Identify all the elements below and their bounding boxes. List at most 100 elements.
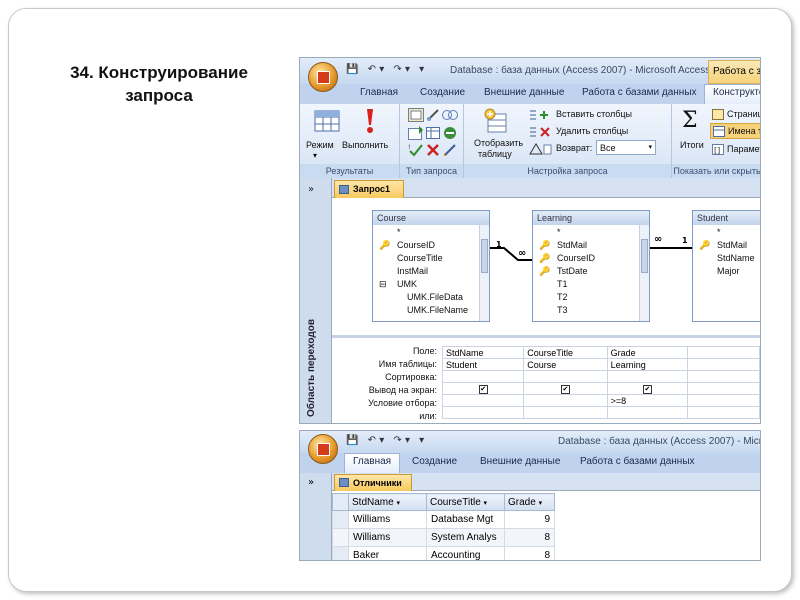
chevron-down-icon[interactable]: ▾	[396, 500, 400, 507]
union-query-icon[interactable]	[442, 109, 458, 121]
tab-query1[interactable]: Запрос1	[334, 180, 404, 198]
cell-stdname[interactable]: Baker	[348, 546, 427, 560]
append-query-icon[interactable]	[408, 126, 424, 140]
grid-cell-show[interactable]: ✔	[441, 382, 525, 395]
tab-database-tools[interactable]: Работа с базами данных	[582, 87, 697, 98]
row-selector[interactable]	[332, 510, 349, 529]
scrollbar-thumb[interactable]	[641, 239, 648, 273]
context-tab-query-tools[interactable]: Работа с запросами	[708, 60, 760, 84]
datasheet-view-icon[interactable]	[314, 110, 340, 132]
parameters-label[interactable]: Параметры	[727, 144, 760, 154]
delete-query-icon[interactable]	[426, 143, 440, 157]
grid-cell-criteria[interactable]	[441, 394, 525, 407]
column-header-grade[interactable]: Grade ▾	[504, 493, 555, 511]
grid-cell-or[interactable]	[687, 406, 760, 419]
grid-cell-or[interactable]	[523, 406, 608, 419]
field-item[interactable]: 🔑 StdMail	[539, 239, 649, 252]
make-table-query-icon[interactable]	[426, 108, 440, 122]
query-design-grid[interactable]: Поле: Имя таблицы: Сортировка: Вывод на …	[332, 338, 760, 423]
cell-stdname[interactable]: Williams	[348, 510, 427, 529]
grid-cell-field[interactable]: CourseTitle	[523, 346, 608, 359]
tab-create[interactable]: Создание	[412, 456, 457, 467]
field-item[interactable]: T3	[539, 304, 649, 317]
run-button-label[interactable]: Выполнить	[342, 140, 388, 150]
field-list-scrollbar[interactable]	[479, 225, 489, 321]
field-item[interactable]: 🔑 StdMail	[699, 239, 760, 252]
return-select[interactable]: Все ▾	[596, 140, 656, 155]
show-table-label-2[interactable]: таблицу	[478, 149, 512, 159]
select-all-corner[interactable]	[332, 493, 349, 511]
field-list-learning[interactable]: Learning * 🔑 StdMail 🔑 CourseID 🔑 TstDate T…	[532, 210, 650, 322]
grid-cell-field[interactable]: Grade	[606, 346, 689, 359]
field-item[interactable]: ⊟ UMK	[379, 278, 489, 291]
property-sheet-icon[interactable]	[712, 109, 724, 120]
field-list-title[interactable]: Course	[373, 211, 489, 225]
customize-qat-icon[interactable]: ▾	[419, 435, 424, 446]
grid-cell-show[interactable]	[687, 382, 760, 395]
grid-cell-table[interactable]	[687, 358, 760, 371]
property-sheet-label[interactable]: Страница свойств	[727, 109, 760, 119]
show-checkbox[interactable]: ✔	[642, 385, 652, 394]
field-item[interactable]: *	[539, 226, 649, 239]
office-button[interactable]	[308, 62, 338, 92]
column-header-coursetitle[interactable]: CourseTitle ▾	[426, 493, 505, 511]
field-item[interactable]: CourseTitle	[379, 252, 489, 265]
field-item[interactable]: 🔑 CourseID	[379, 239, 489, 252]
expand-chevron-icon[interactable]: »	[308, 477, 314, 488]
collapse-icon[interactable]: ⊟	[379, 278, 397, 291]
field-item[interactable]: T1	[539, 278, 649, 291]
cell-stdname[interactable]: Williams	[348, 528, 427, 547]
field-list-course[interactable]: Course * 🔑 CourseID CourseTitle InstMail …	[372, 210, 490, 322]
datasheet[interactable]: StdName ▾ CourseTitle ▾ Grade ▾ Williams…	[332, 491, 760, 560]
navigation-pane[interactable]: »	[300, 473, 332, 560]
field-item[interactable]: UMK.FileName	[379, 304, 489, 317]
grid-cell-table[interactable]: Student	[441, 358, 525, 371]
grid-cell-criteria[interactable]	[523, 394, 608, 407]
show-table-label-1[interactable]: Отобразить	[474, 138, 523, 148]
redo-icon[interactable]: ↷ ▾	[393, 64, 410, 75]
table-row[interactable]: Baker Accounting 8	[332, 546, 555, 560]
show-table-icon[interactable]	[484, 108, 508, 134]
insert-columns-label[interactable]: Вставить столбцы	[556, 109, 632, 119]
field-item[interactable]: 🔑 CourseID	[539, 252, 649, 265]
office-button[interactable]	[308, 434, 338, 464]
tab-home[interactable]: Главная	[344, 453, 401, 473]
undo-icon[interactable]: ↶ ▾	[368, 64, 385, 75]
grid-cell-field[interactable]: StdName	[441, 346, 525, 359]
tab-create[interactable]: Создание	[420, 87, 465, 98]
row-selector[interactable]	[332, 528, 349, 547]
field-list-title[interactable]: Learning	[533, 211, 649, 225]
field-list-title[interactable]: Student	[693, 211, 760, 225]
grid-cell-table[interactable]: Learning	[606, 358, 689, 371]
cell-grade[interactable]: 8	[504, 546, 555, 560]
cell-grade[interactable]: 9	[504, 510, 555, 529]
chevron-down-icon[interactable]: ▾	[484, 500, 488, 507]
pass-through-query-icon[interactable]	[443, 126, 457, 140]
tab-home[interactable]: Главная	[360, 87, 398, 98]
field-item[interactable]: *	[699, 226, 760, 239]
tab-external-data[interactable]: Внешние данные	[480, 456, 560, 467]
update-query-icon[interactable]: !	[408, 143, 424, 157]
redo-icon[interactable]: ↷ ▾	[393, 435, 410, 446]
chevron-down-icon[interactable]: ▾	[539, 500, 543, 507]
field-item[interactable]: InstMail	[379, 265, 489, 278]
grid-cell-or[interactable]	[441, 406, 525, 419]
field-item[interactable]: *	[379, 226, 489, 239]
grid-cell-criteria[interactable]: >=8	[606, 394, 689, 407]
grid-cell-show[interactable]: ✔	[523, 382, 608, 395]
undo-icon[interactable]: ↶ ▾	[368, 435, 385, 446]
grid-cell-show[interactable]: ✔	[606, 382, 689, 395]
grid-cell-or[interactable]	[606, 406, 689, 419]
table-row[interactable]: Williams Database Mgt 9	[332, 510, 555, 529]
tab-database-tools[interactable]: Работа с базами данных	[580, 456, 695, 467]
grid-cell-sort[interactable]	[523, 370, 608, 383]
grid-cell-field[interactable]	[687, 346, 760, 359]
expand-chevron-icon[interactable]: »	[308, 184, 314, 195]
tab-otlichniki[interactable]: Отличники	[334, 474, 412, 491]
cell-grade[interactable]: 8	[504, 528, 555, 547]
show-checkbox[interactable]: ✔	[560, 385, 570, 394]
grid-cell-sort[interactable]	[606, 370, 689, 383]
scrollbar-thumb[interactable]	[481, 239, 488, 273]
totals-label[interactable]: Итоги	[680, 140, 704, 150]
totals-sigma-icon[interactable]: Σ	[682, 108, 698, 133]
